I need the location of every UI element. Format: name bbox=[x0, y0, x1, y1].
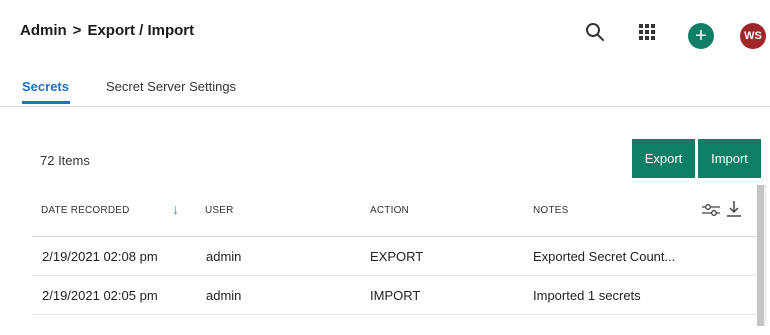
table-row[interactable]: 2/19/2021 02:05 pm admin IMPORT Imported… bbox=[32, 276, 756, 315]
audit-table: DATE RECORDED ↓ USER ACTION NOTES 2/19/2… bbox=[32, 185, 756, 335]
column-header-notes[interactable]: NOTES bbox=[533, 205, 568, 216]
import-button[interactable]: Import bbox=[698, 139, 761, 178]
breadcrumb: Admin > Export / Import bbox=[20, 22, 194, 39]
tab-secret-server-settings[interactable]: Secret Server Settings bbox=[106, 79, 236, 94]
cell-notes: Exported Secret Count... bbox=[533, 249, 676, 264]
sort-descending-icon[interactable]: ↓ bbox=[172, 201, 179, 217]
scrollbar-thumb[interactable] bbox=[757, 185, 764, 326]
add-button[interactable]: + bbox=[688, 23, 714, 49]
breadcrumb-root[interactable]: Admin bbox=[20, 22, 67, 39]
top-bar: Admin > Export / Import + WS bbox=[0, 6, 770, 56]
user-avatar[interactable]: WS bbox=[740, 23, 766, 49]
plus-icon: + bbox=[695, 25, 707, 47]
breadcrumb-current: Export / Import bbox=[87, 22, 195, 39]
cell-action: IMPORT bbox=[370, 288, 421, 303]
export-button[interactable]: Export bbox=[632, 139, 695, 178]
breadcrumb-separator: > bbox=[72, 22, 82, 39]
cell-notes: Imported 1 secrets bbox=[533, 288, 641, 303]
download-icon[interactable] bbox=[726, 200, 742, 223]
column-filter-icon[interactable] bbox=[701, 202, 721, 223]
column-header-action[interactable]: ACTION bbox=[370, 205, 409, 216]
tab-bar: Secrets Secret Server Settings bbox=[0, 70, 770, 107]
search-icon[interactable] bbox=[582, 19, 608, 45]
table-header: DATE RECORDED ↓ USER ACTION NOTES bbox=[32, 185, 756, 237]
cell-date: 2/19/2021 02:08 pm bbox=[42, 249, 158, 264]
cell-user: admin bbox=[206, 249, 242, 264]
grid-apps-icon[interactable] bbox=[634, 19, 660, 45]
column-header-date-recorded[interactable]: DATE RECORDED bbox=[41, 205, 130, 216]
cell-action: EXPORT bbox=[370, 249, 424, 264]
column-header-user[interactable]: USER bbox=[205, 205, 234, 216]
tab-secrets[interactable]: Secrets bbox=[22, 79, 69, 94]
active-tab-indicator bbox=[22, 101, 70, 104]
table-row-partial bbox=[32, 315, 756, 335]
cell-date: 2/19/2021 02:05 pm bbox=[42, 288, 158, 303]
table-row[interactable]: 2/19/2021 02:08 pm admin EXPORT Exported… bbox=[32, 237, 756, 276]
cell-user: admin bbox=[206, 288, 242, 303]
item-count: 72 Items bbox=[40, 153, 90, 168]
